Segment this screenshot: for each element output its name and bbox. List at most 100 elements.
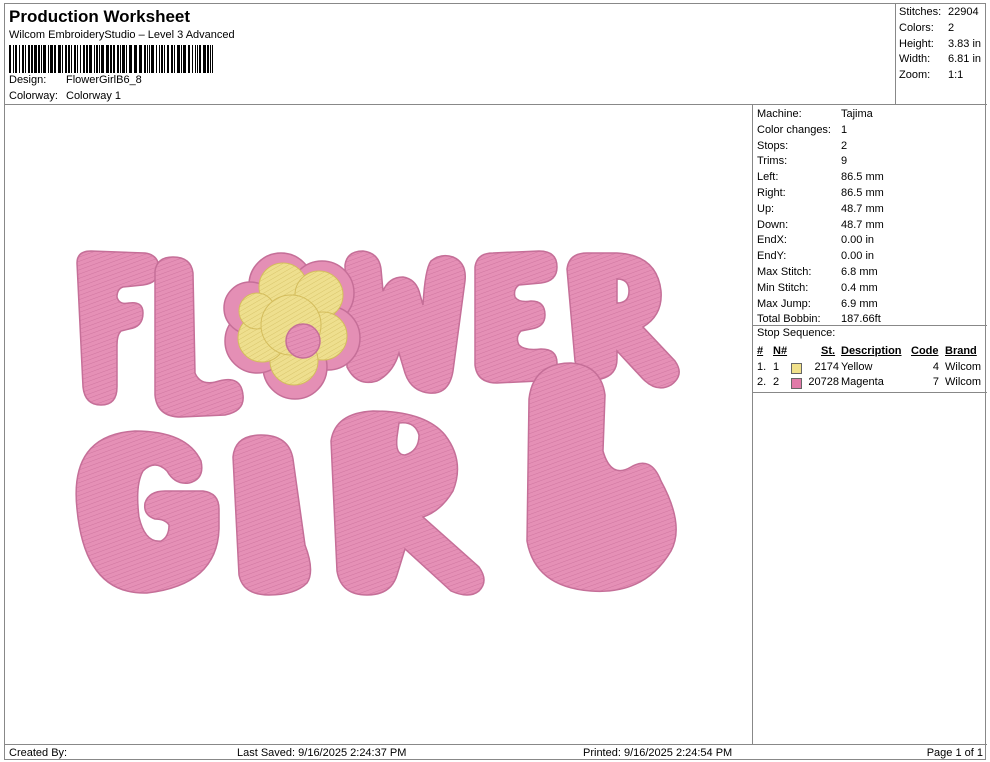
- created-by: Created By:: [9, 747, 68, 759]
- embroidery-design-image: [75, 250, 680, 596]
- row-num: 1.: [757, 361, 767, 373]
- info-row: Max Jump: 6.9 mm: [757, 298, 878, 314]
- stat-row: Width: 6.81 in: [899, 53, 987, 69]
- row-stitches: 20728: [808, 376, 839, 388]
- info-label: Trims:: [757, 155, 788, 168]
- stat-label: Stitches:: [899, 6, 942, 18]
- row-needle: 1: [773, 361, 780, 373]
- stat-value: 22904: [948, 6, 979, 18]
- info-row: Down: 48.7 mm: [757, 219, 884, 235]
- info-value: 2: [841, 139, 848, 152]
- stat-label: Height:: [899, 37, 934, 50]
- info-label: Down:: [757, 218, 789, 231]
- row-needle: 2: [773, 376, 780, 388]
- info-label: EndY:: [757, 250, 787, 263]
- info-row: Left: 86.5 mm: [757, 171, 884, 187]
- stat-row: Colors: 2: [899, 22, 987, 38]
- info-row: EndX: 0.00 in: [757, 234, 874, 250]
- color-swatch: [791, 363, 802, 374]
- info-value: 0.4 mm: [841, 281, 878, 294]
- info-row: Stops: 2: [757, 140, 847, 156]
- divider: [753, 392, 987, 393]
- info-label: Up:: [757, 202, 775, 215]
- col-description: Description: [841, 345, 902, 357]
- info-value: 1: [841, 123, 848, 136]
- worksheet-header: Production Worksheet Wilcom EmbroiderySt…: [5, 4, 987, 105]
- design-label: Design:: [9, 74, 47, 86]
- info-value: 9: [841, 155, 848, 168]
- stat-value: 3.83 in: [948, 37, 982, 50]
- barcode-icon: [9, 45, 213, 73]
- info-value: 187.66ft: [841, 313, 881, 326]
- info-value: Tajima: [841, 108, 873, 120]
- stat-value: 6.81 in: [948, 53, 982, 66]
- info-value: 6.8 mm: [841, 266, 878, 278]
- info-value: 86.5 mm: [841, 187, 884, 199]
- design-row: Design: FlowerGirlB6_8: [9, 74, 142, 86]
- info-label: Total Bobbin:: [757, 313, 821, 326]
- flower-icon: [223, 252, 361, 400]
- info-label: Right:: [757, 187, 786, 199]
- col-brand: Brand: [945, 345, 977, 357]
- info-label: Stops:: [757, 139, 789, 152]
- stop-sequence-label: Stop Sequence:: [753, 325, 987, 339]
- info-row: EndY: 0.00 in: [757, 250, 874, 266]
- info-label: EndX:: [757, 234, 787, 247]
- worksheet-footer: Created By: Last Saved: 9/16/2025 2:24:3…: [5, 744, 987, 761]
- info-row: Max Stitch: 6.8 mm: [757, 266, 878, 282]
- row-stitches: 2174: [814, 361, 839, 373]
- info-row: Right: 86.5 mm: [757, 187, 884, 203]
- info-row: Trims: 9: [757, 155, 847, 171]
- stat-row: Height: 3.83 in: [899, 38, 987, 54]
- stat-value: 1:1: [948, 69, 964, 82]
- info-value: 0.00 in: [841, 250, 875, 263]
- stats-panel: Stitches: 22904 Colors: 2 Height: 3.83 in W…: [895, 4, 987, 105]
- stat-label: Zoom:: [899, 69, 931, 82]
- col-num: #: [757, 345, 764, 357]
- row-description: Yellow: [841, 361, 873, 373]
- stat-value: 2: [948, 21, 955, 34]
- page-title: Production Worksheet: [9, 7, 191, 26]
- flower-girl-lettering: [75, 250, 680, 596]
- stat-row: Zoom: 1:1: [899, 69, 987, 85]
- stop-sequence-header: # N# St. Description Code Brand: [753, 345, 987, 361]
- row-num: 2.: [757, 376, 767, 388]
- info-value: 48.7 mm: [841, 202, 884, 215]
- col-stitches: St.: [821, 345, 836, 357]
- row-code: 7: [932, 376, 939, 388]
- table-row: 1. 1 2174 Yellow 4 Wilcom: [753, 361, 987, 377]
- colorway-row: Colorway: Colorway 1: [9, 90, 121, 102]
- info-label: Max Jump:: [757, 297, 811, 310]
- row-code: 4: [932, 361, 939, 373]
- production-worksheet: Production Worksheet Wilcom EmbroiderySt…: [4, 3, 987, 761]
- info-row: Machine: Tajima: [757, 108, 873, 124]
- letter-counter: [616, 278, 630, 304]
- info-row: Color changes: 1: [757, 124, 847, 140]
- stat-label: Width:: [899, 53, 931, 66]
- printed-date: Printed: 9/16/2025 2:24:54 PM: [583, 747, 733, 759]
- info-label: Max Stitch:: [757, 266, 812, 278]
- info-label: Color changes:: [757, 123, 831, 136]
- info-label: Left:: [757, 171, 779, 184]
- colorway-value: Colorway 1: [66, 90, 122, 102]
- table-row: 2. 2 20728 Magenta 7 Wilcom: [753, 376, 987, 392]
- info-value: 48.7 mm: [841, 218, 884, 231]
- last-saved: Last Saved: 9/16/2025 2:24:37 PM: [237, 747, 407, 759]
- machine-info-panel: Machine: Tajima Color changes: 1 Stops: 2 T…: [753, 105, 987, 744]
- info-value: 0.00 in: [841, 234, 875, 247]
- color-swatch: [791, 378, 802, 389]
- info-label: Machine:: [757, 108, 802, 120]
- software-name: Wilcom EmbroideryStudio – Level 3 Advanc…: [9, 29, 235, 41]
- row-brand: Wilcom: [945, 361, 982, 373]
- row-description: Magenta: [841, 376, 884, 388]
- info-value: 6.9 mm: [841, 297, 878, 310]
- stat-row: Stitches: 22904: [899, 6, 987, 22]
- design-preview: [5, 105, 753, 744]
- info-row: Min Stitch: 0.4 mm: [757, 282, 878, 298]
- info-value: 86.5 mm: [841, 171, 884, 184]
- col-needle: N#: [773, 345, 788, 357]
- design-value: FlowerGirlB6_8: [66, 74, 142, 86]
- col-code: Code: [911, 345, 939, 357]
- row-brand: Wilcom: [945, 376, 982, 388]
- page-number: Page 1 of 1: [926, 747, 983, 759]
